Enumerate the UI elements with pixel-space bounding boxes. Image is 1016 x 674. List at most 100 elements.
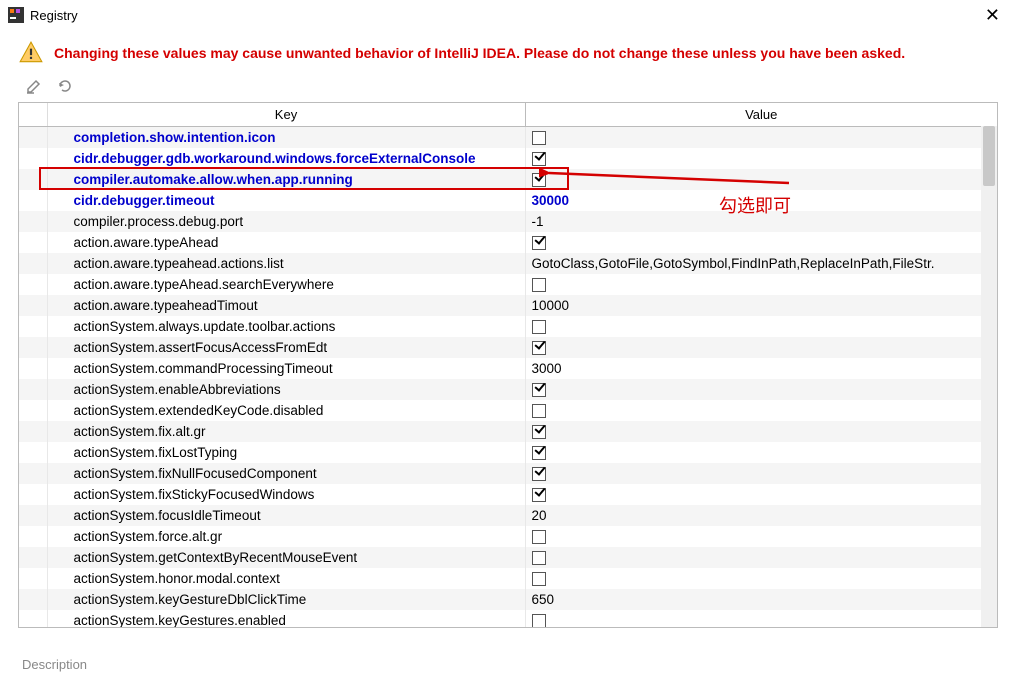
table-row[interactable]: cidr.debugger.gdb.workaround.windows.for… (19, 148, 997, 169)
key-cell[interactable]: cidr.debugger.gdb.workaround.windows.for… (47, 148, 525, 169)
checkbox[interactable] (532, 320, 546, 334)
table-row[interactable]: actionSystem.keyGestures.enabled (19, 610, 997, 629)
table-row[interactable]: actionSystem.honor.modal.context (19, 568, 997, 589)
checkbox[interactable] (532, 572, 546, 586)
key-cell[interactable]: actionSystem.commandProcessingTimeout (47, 358, 525, 379)
value-cell[interactable]: 30000 (525, 190, 997, 211)
edit-button[interactable] (24, 76, 44, 96)
table-row[interactable]: actionSystem.keyGestureDblClickTime650 (19, 589, 997, 610)
value-cell[interactable] (525, 127, 997, 148)
checkbox[interactable] (532, 551, 546, 565)
key-cell[interactable]: actionSystem.force.alt.gr (47, 526, 525, 547)
row-gutter (19, 379, 47, 400)
close-button[interactable]: ✕ (977, 6, 1008, 24)
key-cell[interactable]: action.aware.typeAhead.searchEverywhere (47, 274, 525, 295)
value-cell[interactable]: GotoClass,GotoFile,GotoSymbol,FindInPath… (525, 253, 997, 274)
checkbox[interactable] (532, 446, 546, 460)
key-cell[interactable]: actionSystem.honor.modal.context (47, 568, 525, 589)
value-cell[interactable] (525, 316, 997, 337)
checkbox[interactable] (532, 425, 546, 439)
value-cell[interactable] (525, 463, 997, 484)
key-cell[interactable]: compiler.process.debug.port (47, 211, 525, 232)
table-row[interactable]: actionSystem.focusIdleTimeout20 (19, 505, 997, 526)
key-cell[interactable]: actionSystem.keyGestures.enabled (47, 610, 525, 629)
key-cell[interactable]: completion.show.intention.icon (47, 127, 525, 148)
key-cell[interactable]: actionSystem.fixLostTyping (47, 442, 525, 463)
table-row[interactable]: actionSystem.extendedKeyCode.disabled (19, 400, 997, 421)
value-cell[interactable] (525, 442, 997, 463)
col-value[interactable]: Value (525, 103, 997, 127)
key-cell[interactable]: action.aware.typeAhead (47, 232, 525, 253)
row-gutter (19, 463, 47, 484)
key-cell[interactable]: compiler.automake.allow.when.app.running (47, 169, 525, 190)
key-cell[interactable]: cidr.debugger.timeout (47, 190, 525, 211)
value-cell[interactable] (525, 568, 997, 589)
table-row[interactable]: actionSystem.fix.alt.gr (19, 421, 997, 442)
checkbox[interactable] (532, 173, 546, 187)
table-row[interactable]: actionSystem.force.alt.gr (19, 526, 997, 547)
value-cell[interactable] (525, 337, 997, 358)
checkbox[interactable] (532, 467, 546, 481)
toolbar (0, 74, 1016, 102)
table-row[interactable]: actionSystem.enableAbbreviations (19, 379, 997, 400)
value-cell[interactable] (525, 400, 997, 421)
checkbox[interactable] (532, 341, 546, 355)
scrollbar-thumb[interactable] (983, 126, 995, 186)
table-row[interactable]: actionSystem.fixLostTyping (19, 442, 997, 463)
key-cell[interactable]: actionSystem.always.update.toolbar.actio… (47, 316, 525, 337)
table-row[interactable]: action.aware.typeAhead (19, 232, 997, 253)
scrollbar[interactable] (981, 126, 997, 627)
value-cell[interactable]: 10000 (525, 295, 997, 316)
table-row[interactable]: actionSystem.always.update.toolbar.actio… (19, 316, 997, 337)
table-row[interactable]: actionSystem.fixStickyFocusedWindows (19, 484, 997, 505)
value-cell[interactable]: 20 (525, 505, 997, 526)
value-cell[interactable]: -1 (525, 211, 997, 232)
row-gutter (19, 253, 47, 274)
key-cell[interactable]: actionSystem.extendedKeyCode.disabled (47, 400, 525, 421)
key-cell[interactable]: action.aware.typeaheadTimout (47, 295, 525, 316)
checkbox[interactable] (532, 488, 546, 502)
table-row[interactable]: cidr.debugger.timeout30000 (19, 190, 997, 211)
key-cell[interactable]: actionSystem.focusIdleTimeout (47, 505, 525, 526)
table-row[interactable]: action.aware.typeaheadTimout10000 (19, 295, 997, 316)
value-cell[interactable] (525, 274, 997, 295)
value-cell[interactable] (525, 610, 997, 629)
key-cell[interactable]: actionSystem.enableAbbreviations (47, 379, 525, 400)
key-cell[interactable]: action.aware.typeahead.actions.list (47, 253, 525, 274)
value-cell[interactable] (525, 526, 997, 547)
checkbox[interactable] (532, 236, 546, 250)
value-cell[interactable] (525, 232, 997, 253)
table-row[interactable]: actionSystem.assertFocusAccessFromEdt (19, 337, 997, 358)
table-row[interactable]: action.aware.typeahead.actions.listGotoC… (19, 253, 997, 274)
checkbox[interactable] (532, 278, 546, 292)
value-cell[interactable] (525, 169, 997, 190)
checkbox[interactable] (532, 131, 546, 145)
checkbox[interactable] (532, 530, 546, 544)
key-cell[interactable]: actionSystem.getContextByRecentMouseEven… (47, 547, 525, 568)
checkbox[interactable] (532, 383, 546, 397)
checkbox[interactable] (532, 614, 546, 628)
value-cell[interactable] (525, 421, 997, 442)
col-key[interactable]: Key (47, 103, 525, 127)
revert-button[interactable] (54, 76, 74, 96)
key-cell[interactable]: actionSystem.fixNullFocusedComponent (47, 463, 525, 484)
key-cell[interactable]: actionSystem.keyGestureDblClickTime (47, 589, 525, 610)
checkbox[interactable] (532, 152, 546, 166)
value-cell[interactable] (525, 547, 997, 568)
table-row[interactable]: action.aware.typeAhead.searchEverywhere (19, 274, 997, 295)
key-cell[interactable]: actionSystem.fix.alt.gr (47, 421, 525, 442)
table-row[interactable]: actionSystem.commandProcessingTimeout300… (19, 358, 997, 379)
key-cell[interactable]: actionSystem.assertFocusAccessFromEdt (47, 337, 525, 358)
value-cell[interactable]: 3000 (525, 358, 997, 379)
table-row[interactable]: actionSystem.getContextByRecentMouseEven… (19, 547, 997, 568)
table-row[interactable]: actionSystem.fixNullFocusedComponent (19, 463, 997, 484)
key-cell[interactable]: actionSystem.fixStickyFocusedWindows (47, 484, 525, 505)
checkbox[interactable] (532, 404, 546, 418)
value-cell[interactable] (525, 484, 997, 505)
value-cell[interactable] (525, 379, 997, 400)
table-row[interactable]: compiler.process.debug.port-1 (19, 211, 997, 232)
value-cell[interactable]: 650 (525, 589, 997, 610)
value-cell[interactable] (525, 148, 997, 169)
table-row[interactable]: compiler.automake.allow.when.app.running (19, 169, 997, 190)
table-row[interactable]: completion.show.intention.icon (19, 127, 997, 148)
